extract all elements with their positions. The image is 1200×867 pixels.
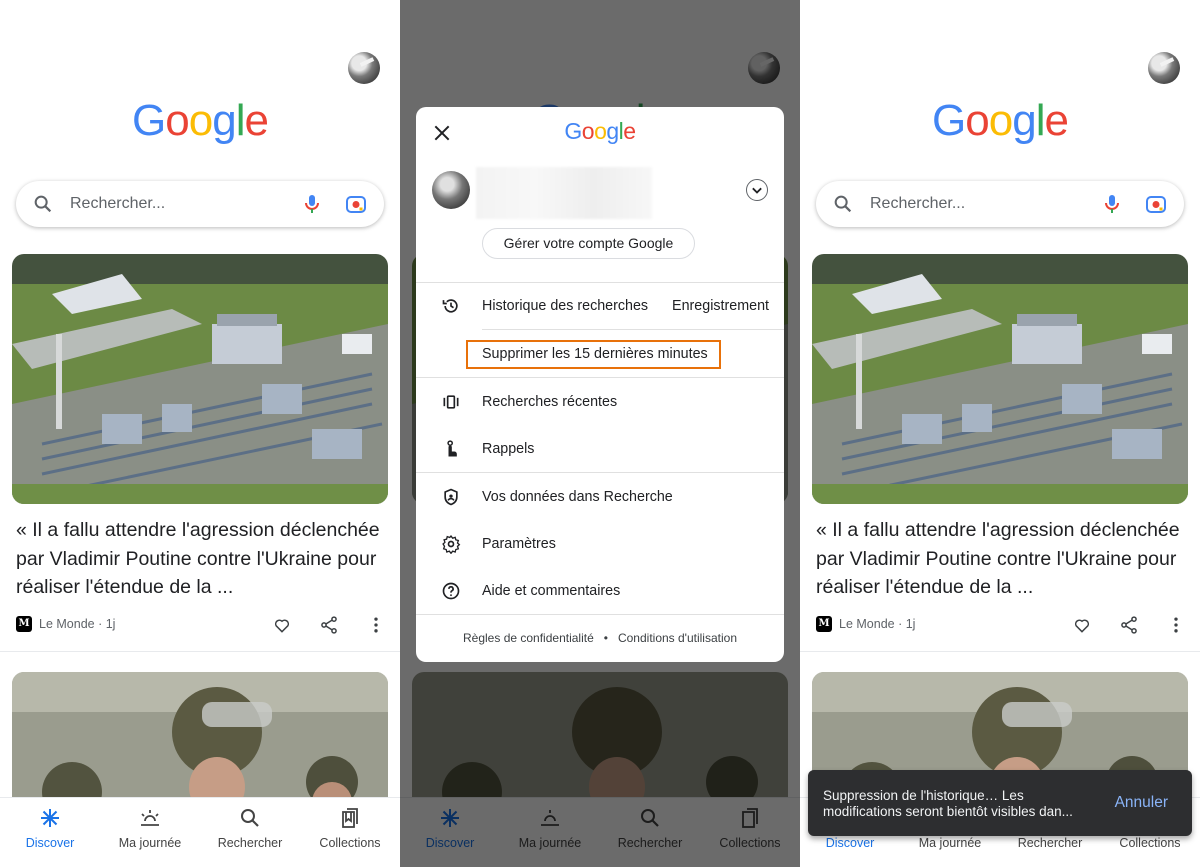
divider	[416, 377, 784, 378]
recent-searches-icon	[443, 395, 459, 409]
menu-item-help[interactable]: Aide et commentaires	[416, 571, 784, 611]
nav-discover[interactable]: Discover	[0, 798, 100, 867]
article-image-gas-plant[interactable]	[12, 254, 388, 504]
discover-feed-screen: Google Rechercher... « Il a fallu attend…	[0, 0, 400, 867]
discover-icon	[41, 809, 59, 827]
collections-icon	[342, 808, 358, 828]
account-menu-dialog: Google Gérer votre compte Google Histori…	[416, 107, 784, 662]
account-info-redacted	[476, 167, 652, 219]
gear-icon	[442, 535, 461, 554]
history-status: Enregistrement	[672, 298, 769, 314]
account-avatar	[432, 171, 470, 209]
menu-item-settings[interactable]: Paramètres	[416, 524, 784, 564]
search-icon	[34, 195, 52, 213]
search-placeholder: Rechercher...	[870, 195, 966, 212]
article-source-text: Le Monde · 1j	[839, 617, 916, 631]
le-monde-logo: M	[16, 616, 32, 632]
snackbar-message: Suppression de l'historique… Les modific…	[823, 788, 1073, 819]
google-logo: Google	[564, 118, 636, 144]
feed-divider	[0, 651, 400, 652]
account-avatar[interactable]	[348, 52, 380, 84]
google-logo: Google	[932, 96, 1069, 145]
menu-item-recent-searches[interactable]: Recherches récentes	[416, 382, 784, 422]
search-icon	[834, 195, 852, 213]
article-source-text: Le Monde · 1j	[39, 617, 116, 631]
article-source: M Le Monde · 1j	[816, 616, 915, 632]
article-title[interactable]: « Il a fallu attendre l'agression déclen…	[16, 516, 386, 602]
my-day-icon	[141, 810, 159, 826]
help-icon	[442, 582, 460, 600]
divider	[416, 614, 784, 615]
account-avatar[interactable]	[1148, 52, 1180, 84]
privacy-policy-link[interactable]: Règles de confidentialité	[463, 631, 594, 645]
article-title[interactable]: « Il a fallu attendre l'agression déclen…	[816, 516, 1186, 602]
feed-divider	[800, 651, 1200, 652]
undo-button[interactable]: Annuler	[1115, 794, 1168, 812]
heart-icon[interactable]	[1072, 615, 1092, 635]
nav-collections[interactable]: Collections	[300, 798, 400, 867]
bottom-navigation: Discover Ma journée Rechercher Collectio…	[0, 797, 400, 867]
divider	[416, 472, 784, 473]
menu-item-your-data[interactable]: Vos données dans Recherche	[416, 477, 784, 517]
google-lens-icon[interactable]	[344, 192, 368, 216]
history-deletion-snackbar: Suppression de l'historique… Les modific…	[808, 770, 1192, 836]
shield-icon	[444, 488, 458, 506]
delete-last-15-minutes-button[interactable]: Supprimer les 15 dernières minutes	[466, 340, 721, 369]
more-vert-icon[interactable]	[1166, 615, 1186, 635]
discover-feed-screen-after-delete: Google Rechercher... « Il a fallu attend…	[800, 0, 1200, 867]
search-icon	[241, 809, 259, 827]
menu-item-search-history[interactable]: Historique des recherches Enregistrement	[416, 286, 784, 326]
article-image-soldiers[interactable]	[12, 672, 388, 812]
article-image-gas-plant[interactable]	[812, 254, 1188, 504]
search-bar[interactable]: Rechercher...	[16, 181, 384, 227]
menu-item-reminders[interactable]: Rappels	[416, 429, 784, 469]
heart-icon[interactable]	[272, 615, 292, 635]
chevron-down-icon[interactable]	[746, 179, 768, 201]
more-vert-icon[interactable]	[366, 615, 386, 635]
microphone-icon[interactable]	[1100, 192, 1124, 216]
search-bar[interactable]: Rechercher...	[816, 181, 1184, 227]
divider	[416, 282, 784, 283]
divider	[482, 329, 784, 330]
google-logo: Google	[132, 96, 269, 145]
nav-search[interactable]: Rechercher	[200, 798, 300, 867]
microphone-icon[interactable]	[300, 192, 324, 216]
le-monde-logo: M	[816, 616, 832, 632]
share-icon[interactable]	[319, 615, 339, 635]
share-icon[interactable]	[1119, 615, 1139, 635]
search-placeholder: Rechercher...	[70, 195, 166, 212]
terms-link[interactable]: Conditions d'utilisation	[618, 631, 737, 645]
reminder-icon	[447, 440, 457, 457]
dialog-footer: Règles de confidentialité • Conditions d'u…	[463, 631, 737, 645]
account-menu-screen: Google Discover Ma journée Rechercher	[400, 0, 800, 867]
manage-account-button[interactable]: Gérer votre compte Google	[482, 228, 695, 259]
nav-my-day[interactable]: Ma journée	[100, 798, 200, 867]
article-source: M Le Monde · 1j	[16, 616, 115, 632]
google-lens-icon[interactable]	[1144, 192, 1168, 216]
history-icon	[442, 299, 458, 313]
